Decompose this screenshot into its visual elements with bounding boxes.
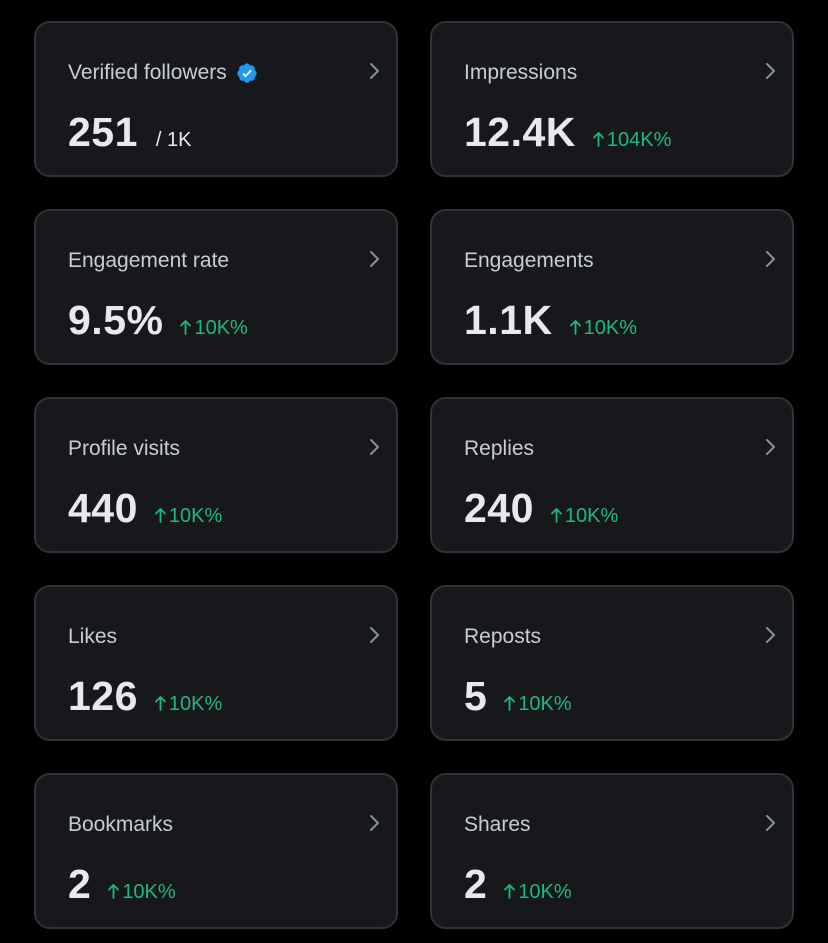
- card-title-row: Likes: [68, 623, 117, 651]
- card-value-row: 126 10K%: [68, 671, 222, 721]
- arrow-up-icon: [593, 132, 604, 147]
- arrow-up-icon: [155, 696, 166, 711]
- analytics-grid: Verified followers 251 / 1K Impressions …: [0, 0, 828, 943]
- delta-badge: 10K%: [504, 693, 572, 716]
- delta-value: 10K%: [518, 881, 572, 903]
- delta-value: 10K%: [518, 693, 572, 715]
- delta-value: 10K%: [194, 317, 248, 339]
- chevron-right-icon: [766, 439, 775, 455]
- verified-badge-icon: [237, 63, 257, 83]
- card-title: Replies: [464, 437, 535, 460]
- chevron-right-icon: [766, 815, 775, 831]
- card-engagement-rate[interactable]: Engagement rate 9.5% 10K%: [34, 209, 398, 365]
- chevron-right-icon: [370, 627, 379, 643]
- card-value-row: 440 10K%: [68, 483, 222, 533]
- arrow-up-icon: [551, 508, 562, 523]
- card-title-row: Engagements: [464, 247, 594, 275]
- card-title: Profile visits: [68, 437, 181, 460]
- card-value-row: 2 10K%: [464, 859, 572, 909]
- card-value: 9.5%: [68, 297, 164, 343]
- delta-value: 10K%: [583, 317, 637, 339]
- card-value-row: 2 10K%: [68, 859, 176, 909]
- card-title-row: Impressions: [464, 59, 577, 87]
- card-title-row: Profile visits: [68, 435, 180, 463]
- delta-value: 10K%: [168, 693, 223, 715]
- card-value-row: 251 / 1K: [68, 107, 192, 157]
- card-value: 2: [68, 861, 92, 907]
- card-value-row: 1.1K 10K%: [464, 295, 637, 345]
- delta-badge: 10K%: [155, 505, 222, 528]
- delta-badge: 10K%: [155, 693, 222, 716]
- card-title: Reposts: [464, 625, 542, 648]
- chevron-right-icon: [766, 63, 775, 79]
- card-value: 1.1K: [464, 297, 553, 343]
- arrow-up-icon: [155, 508, 166, 523]
- card-title: Likes: [68, 625, 118, 648]
- chevron-right-icon: [370, 63, 379, 79]
- arrow-up-icon: [180, 320, 192, 335]
- card-value: 240: [464, 485, 534, 531]
- delta-value: 10K%: [168, 505, 223, 527]
- card-title-row: Reposts: [464, 623, 541, 651]
- card-verified-followers[interactable]: Verified followers 251 / 1K: [34, 21, 398, 177]
- delta-badge: 10K%: [569, 317, 637, 340]
- card-reposts[interactable]: Reposts 5 10K%: [430, 585, 794, 741]
- card-title: Engagement rate: [68, 249, 230, 272]
- card-value: 12.4K: [464, 109, 576, 155]
- arrow-up-icon: [504, 696, 516, 711]
- delta-value: 104K%: [606, 129, 672, 151]
- card-value-row: 12.4K 104K%: [464, 107, 671, 157]
- chevron-right-icon: [766, 251, 775, 267]
- card-goal: / 1K: [155, 129, 192, 151]
- card-value: 440: [68, 485, 138, 531]
- delta-badge: 10K%: [108, 881, 176, 904]
- card-title-row: Bookmarks: [68, 811, 173, 839]
- card-title: Verified followers: [68, 61, 227, 84]
- chevron-right-icon: [370, 251, 379, 267]
- card-engagements[interactable]: Engagements 1.1K 10K%: [430, 209, 794, 365]
- card-title: Engagements: [464, 249, 594, 272]
- card-replies[interactable]: Replies 240 10K%: [430, 397, 794, 553]
- card-value: 251: [68, 109, 138, 155]
- chevron-right-icon: [766, 627, 775, 643]
- card-value: 5: [464, 673, 488, 719]
- card-value-row: 240 10K%: [464, 483, 618, 533]
- card-title: Bookmarks: [68, 813, 174, 836]
- card-value-row: 5 10K%: [464, 671, 572, 721]
- arrow-up-icon: [108, 884, 120, 899]
- delta-badge: 10K%: [551, 505, 618, 528]
- card-profile-visits[interactable]: Profile visits 440 10K%: [34, 397, 398, 553]
- card-impressions[interactable]: Impressions 12.4K 104K%: [430, 21, 794, 177]
- card-value-row: 9.5% 10K%: [68, 295, 248, 345]
- card-title: Impressions: [464, 61, 578, 84]
- delta-badge: 104K%: [593, 129, 672, 152]
- delta-badge: 10K%: [504, 881, 572, 904]
- chevron-right-icon: [370, 439, 379, 455]
- delta-value: 10K%: [564, 505, 619, 527]
- card-bookmarks[interactable]: Bookmarks 2 10K%: [34, 773, 398, 929]
- card-shares[interactable]: Shares 2 10K%: [430, 773, 794, 929]
- arrow-up-icon: [569, 320, 581, 335]
- card-likes[interactable]: Likes 126 10K%: [34, 585, 398, 741]
- chevron-right-icon: [370, 815, 379, 831]
- delta-badge: 10K%: [180, 317, 248, 340]
- delta-value: 10K%: [122, 881, 176, 903]
- card-title-row: Verified followers: [68, 59, 258, 87]
- card-value: 126: [68, 673, 138, 719]
- card-title-row: Shares: [464, 811, 531, 839]
- card-value: 2: [464, 861, 488, 907]
- card-title-row: Replies: [464, 435, 534, 463]
- card-title: Shares: [464, 813, 531, 836]
- card-title-row: Engagement rate: [68, 247, 229, 275]
- arrow-up-icon: [504, 884, 516, 899]
